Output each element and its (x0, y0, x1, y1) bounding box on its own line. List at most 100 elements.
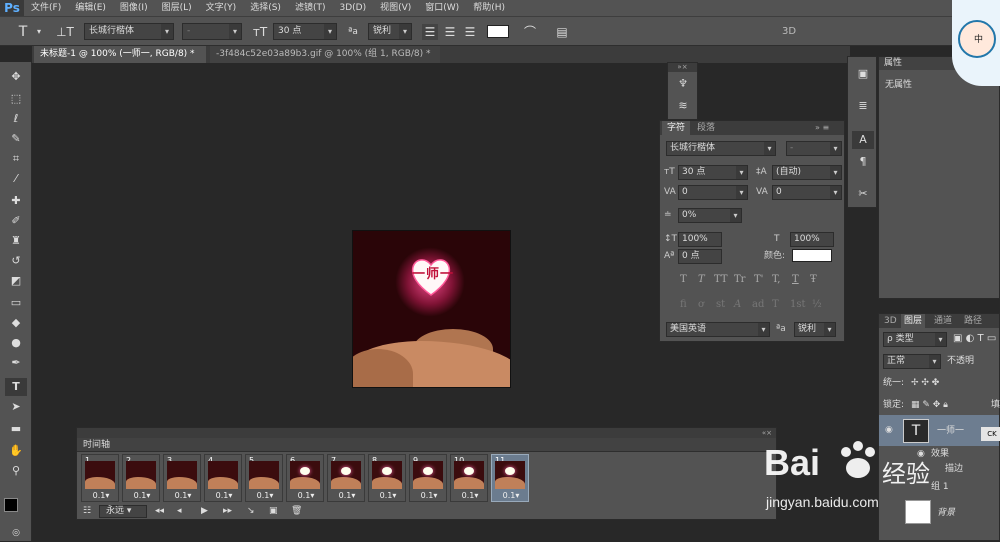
char-baseline[interactable]: 0 点 (678, 249, 722, 264)
type-tool-icon[interactable]: T (14, 24, 32, 40)
dodge-tool-icon[interactable]: ● (5, 334, 27, 352)
zoom-tool-icon[interactable]: ⚲ (5, 462, 27, 480)
gradient-tool-icon[interactable]: ▭ (5, 294, 27, 312)
menu-select[interactable]: 选择(S) (243, 0, 288, 16)
text-color-swatch[interactable] (487, 25, 509, 38)
char-kerning[interactable]: 0 (678, 185, 748, 200)
blend-mode-select[interactable]: 正常 (883, 354, 941, 369)
swash-button[interactable]: A (734, 299, 741, 310)
ligatures-button[interactable]: fi (680, 299, 687, 310)
char-tracking[interactable]: 0 (772, 185, 842, 200)
document-image[interactable]: 一师一 (352, 230, 511, 388)
char-color-swatch[interactable] (792, 249, 832, 262)
subscript-button[interactable]: T, (772, 274, 780, 285)
eraser-tool-icon[interactable]: ◩ (5, 272, 27, 290)
menu-edit[interactable]: 编辑(E) (68, 0, 113, 16)
type-tool-icon[interactable]: T (5, 378, 27, 396)
frame-duration[interactable]: 0.1▾ (451, 491, 489, 500)
stamp-tool-icon[interactable]: ♜ (5, 232, 27, 250)
align-left-icon[interactable]: ☰ (422, 24, 438, 40)
titling-button[interactable]: T (772, 299, 779, 310)
timeline-frame[interactable]: 70.1▾ (327, 454, 365, 502)
play-icon[interactable]: ▶ (201, 505, 208, 518)
collapse-icon[interactable]: »× (668, 63, 697, 72)
timeline-frame[interactable]: 100.1▾ (450, 454, 488, 502)
tab-3d[interactable]: 3D (881, 314, 900, 328)
panel-menu-icon[interactable]: » ≡ (810, 121, 834, 135)
tab-gif[interactable]: -3f484c52e03a89b3.gif @ 100% (组 1, RGB/8… (210, 46, 440, 63)
unify-icons[interactable]: ✢ ✣ ✤ (911, 376, 939, 390)
menu-image[interactable]: 图像(I) (113, 0, 155, 16)
menu-view[interactable]: 视图(V) (373, 0, 418, 16)
foreground-color-swatch[interactable] (4, 498, 18, 512)
char-hscale[interactable]: 100% (790, 232, 834, 247)
first-frame-icon[interactable]: ◂◂ (155, 505, 164, 518)
tools-icon[interactable]: ✂ (852, 185, 874, 203)
frame-duration[interactable]: 0.1▾ (287, 491, 325, 500)
frame-duration[interactable]: 0.1▾ (123, 491, 161, 500)
quick-mask-icon[interactable]: ◎ (5, 524, 27, 542)
discretionary-ligatures-button[interactable]: ơ (698, 299, 704, 310)
char-size[interactable]: 30 点 (678, 165, 748, 180)
timeline-frame[interactable]: 30.1▾ (163, 454, 201, 502)
brush-tool-icon[interactable]: ✐ (5, 212, 27, 230)
menu-type[interactable]: 文字(Y) (199, 0, 244, 16)
menu-help[interactable]: 帮助(H) (466, 0, 512, 16)
frame-duration[interactable]: 0.1▾ (328, 491, 366, 500)
tab-paragraph[interactable]: 段落 (692, 121, 720, 135)
timeline-frame[interactable]: 10.1▾ (81, 454, 119, 502)
eyedropper-tool-icon[interactable]: ⁄ (5, 170, 27, 188)
convert-icon[interactable]: ☷ (83, 505, 91, 518)
char-font-style[interactable]: - (786, 141, 842, 156)
all-caps-button[interactable]: TT (714, 274, 728, 285)
frame-duration[interactable]: 0.1▾ (205, 491, 243, 500)
char-antialias[interactable]: 锐利 (794, 322, 836, 337)
pen-tool-icon[interactable]: ✒ (5, 354, 27, 372)
duplicate-frame-icon[interactable]: ▣ (269, 505, 278, 518)
move-tool-icon[interactable]: ✥ (5, 68, 27, 86)
path-select-tool-icon[interactable]: ➤ (5, 398, 27, 416)
char-font-family[interactable]: 长城行楷体 (666, 141, 776, 156)
history-icon[interactable]: ▣ (852, 65, 874, 83)
tab-character[interactable]: 字符 (662, 121, 691, 135)
timeline-frame[interactable]: 110.1▾ (491, 454, 529, 502)
panels-toggle-icon[interactable]: ▤ (554, 24, 570, 40)
layer-filter-select[interactable]: ρ 类型 (883, 332, 947, 347)
3d-label[interactable]: 3D (778, 24, 800, 40)
strikethrough-button[interactable]: Ŧ (810, 274, 817, 285)
frame-duration[interactable]: 0.1▾ (369, 491, 407, 500)
timeline-frame[interactable]: 80.1▾ (368, 454, 406, 502)
menu-3d[interactable]: 3D(D) (332, 0, 373, 16)
small-caps-button[interactable]: Tr (734, 274, 745, 285)
faux-bold-button[interactable]: T (680, 274, 687, 285)
timeline-frame[interactable]: 60.1▾ (286, 454, 324, 502)
frame-duration[interactable]: 0.1▾ (82, 491, 120, 500)
font-family-select[interactable]: 长城行楷体 (84, 23, 174, 40)
frame-duration[interactable]: 0.1▾ (246, 491, 284, 500)
tab-untitled-1[interactable]: 未标题-1 @ 100% (一师一, RGB/8) * (34, 46, 206, 63)
clone-source-icon[interactable]: ≋ (672, 97, 694, 115)
underline-button[interactable]: T (792, 274, 799, 285)
character-icon[interactable]: A (852, 131, 874, 149)
warp-text-icon[interactable]: ⌒ (522, 24, 538, 40)
frame-duration[interactable]: 0.1▾ (410, 491, 448, 500)
timeline-frame[interactable]: 50.1▾ (245, 454, 283, 502)
healing-tool-icon[interactable]: ✚ (5, 192, 27, 210)
tab-channels[interactable]: 通道 (931, 314, 955, 328)
lasso-tool-icon[interactable]: ℓ (5, 110, 27, 128)
menu-window[interactable]: 窗口(W) (418, 0, 466, 16)
menu-filter[interactable]: 滤镜(T) (288, 0, 333, 16)
superscript-button[interactable]: T' (754, 274, 763, 285)
filter-icons[interactable]: ▣ ◐ T ▭ (953, 332, 996, 346)
align-center-icon[interactable]: ☰ (442, 24, 458, 40)
lock-icons[interactable]: ▦ ✎ ✥ 🔒︎ (911, 398, 948, 412)
next-frame-icon[interactable]: ▸▸ (223, 505, 232, 518)
crop-tool-icon[interactable]: ⌗ (5, 150, 27, 168)
faux-italic-button[interactable]: T (698, 274, 705, 285)
text-orientation-icon[interactable]: ⊥T (56, 24, 74, 40)
char-tsume[interactable]: 0% (678, 208, 742, 223)
timeline-frame[interactable]: 90.1▾ (409, 454, 447, 502)
chevron-down-icon[interactable]: ▾ (36, 24, 42, 40)
titling-alternates-button[interactable]: ad (752, 299, 764, 310)
menu-file[interactable]: 文件(F) (24, 0, 68, 16)
